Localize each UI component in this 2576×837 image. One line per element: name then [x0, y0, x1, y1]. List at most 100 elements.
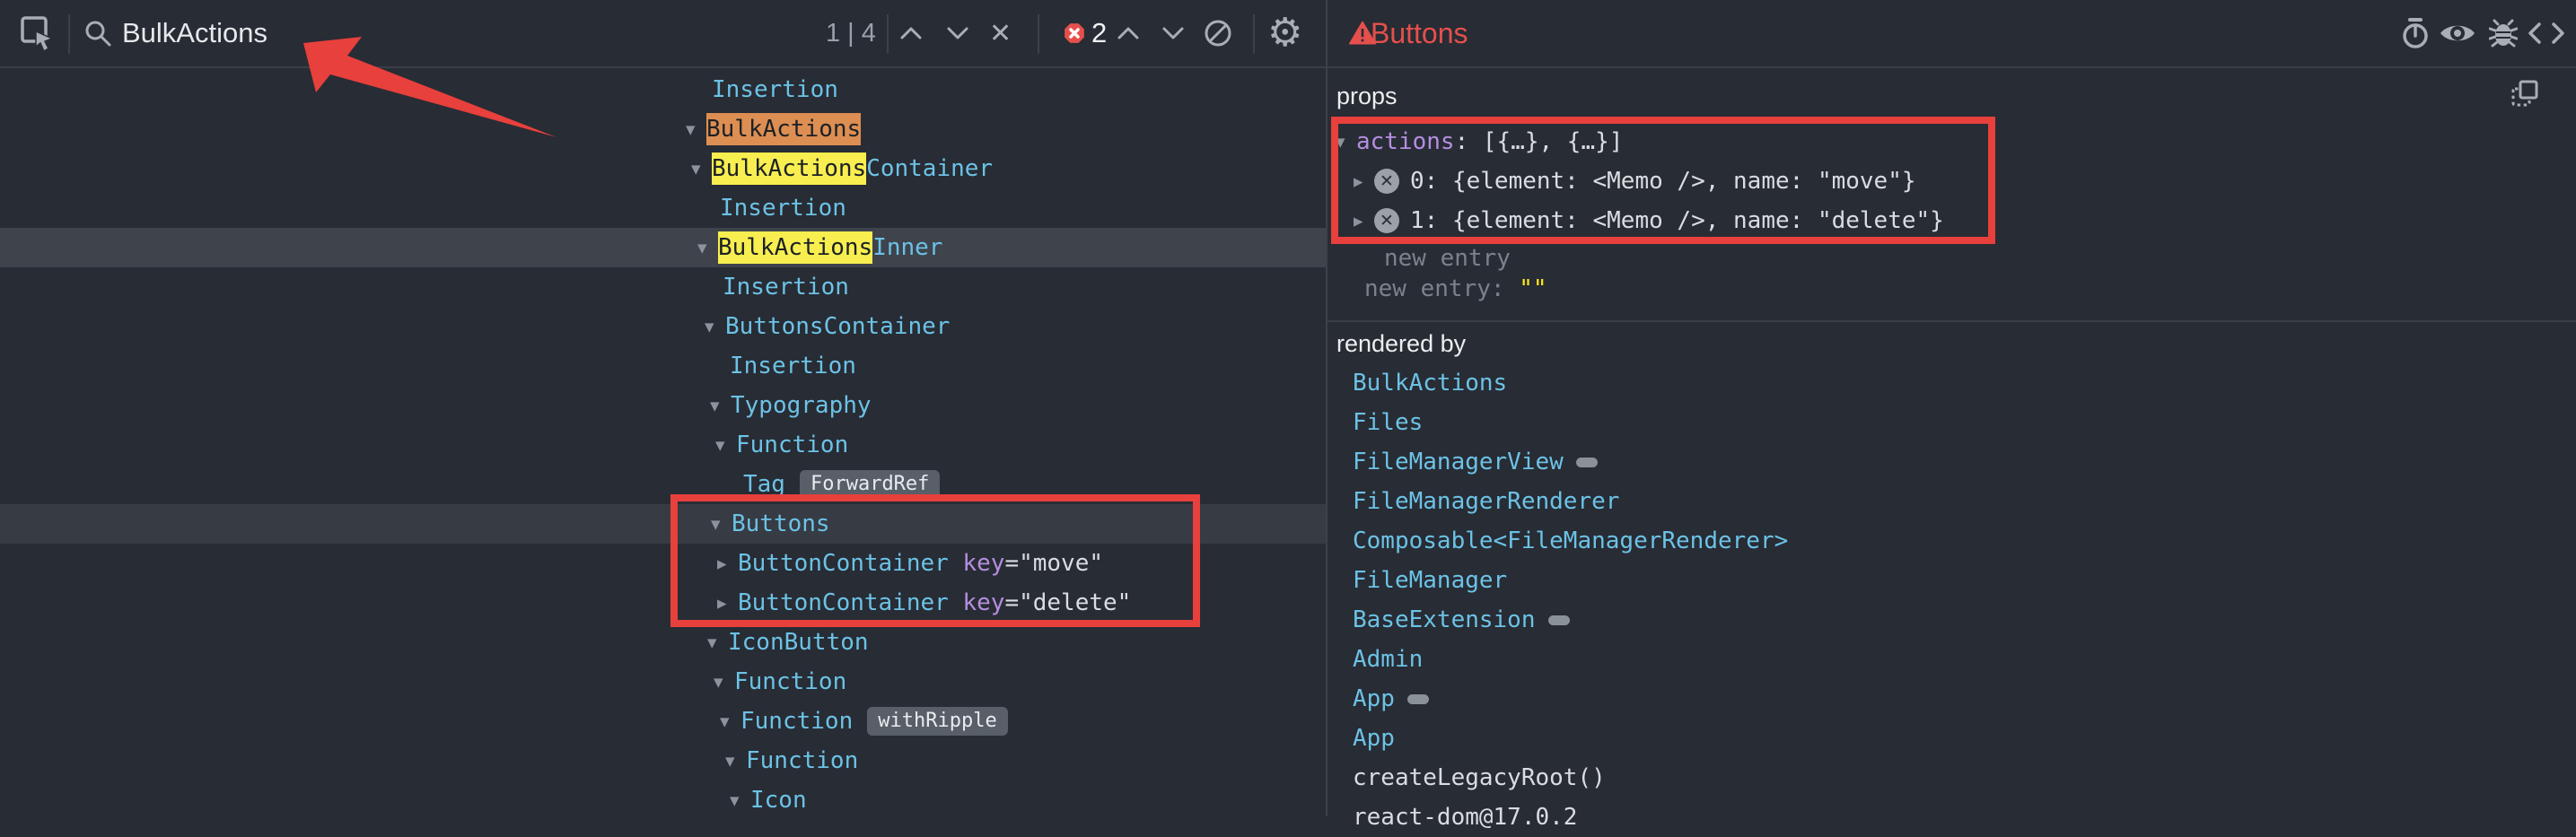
tree-row[interactable]: ▾Function	[0, 741, 1326, 780]
rendered-by-item[interactable]: App	[1353, 679, 1429, 719]
tree-row[interactable]: ▾Function	[0, 425, 1326, 465]
prop-row[interactable]: ▸✕0: {element: <Memo />, name: "move"}	[1354, 161, 1916, 201]
collapse-arrow-icon[interactable]: ▾	[720, 711, 740, 732]
owner-name: BaseExtension	[1353, 606, 1536, 633]
previous-result-button[interactable]	[899, 0, 923, 66]
rendered-by-item[interactable]: Admin	[1353, 640, 1423, 679]
rendered-by-item[interactable]: BaseExtension	[1353, 600, 1570, 640]
prop-entry-text: 1: {element: <Memo />, name: "delete"}	[1410, 207, 1944, 234]
inspected-component-title: Buttons	[1371, 0, 1468, 66]
next-error-button[interactable]	[1161, 0, 1185, 66]
collapse-arrow-icon[interactable]: ▾	[715, 434, 736, 456]
component-name: Insertion	[720, 195, 846, 222]
collapse-arrow-icon[interactable]: ▾	[705, 316, 725, 337]
next-result-button[interactable]	[946, 0, 969, 66]
tree-row[interactable]: ▾FunctionwithRipple	[0, 702, 1326, 741]
delete-entry-button[interactable]: ✕	[1374, 208, 1399, 233]
new-entry-placeholder[interactable]: new entry	[1384, 245, 1511, 272]
clear-errors-button[interactable]	[1203, 0, 1233, 66]
tree-row[interactable]: ▾IconButton	[0, 623, 1326, 662]
new-entry-label[interactable]: new entry	[1364, 275, 1491, 302]
error-count: 2	[1091, 0, 1107, 66]
component-name: Function	[736, 432, 848, 458]
new-entry-value[interactable]: ""	[1519, 275, 1546, 302]
components-tree-panel: 1 | 4 ✕ 2	[0, 0, 1326, 816]
collapse-arrow-icon[interactable]: ▾	[711, 513, 732, 535]
expand-arrow-icon[interactable]: ▸	[1354, 170, 1374, 192]
hoc-badge: withRipple	[867, 707, 1007, 736]
inspect-dom-button[interactable]	[2439, 0, 2476, 66]
collapse-arrow-icon[interactable]: ▾	[1336, 131, 1356, 153]
component-name: Buttons	[732, 510, 830, 537]
tree-row[interactable]: ▾Typography	[0, 386, 1326, 425]
rendered-by-item[interactable]: FileManagerRenderer	[1353, 482, 1619, 521]
search-input[interactable]	[122, 17, 625, 49]
tree-row[interactable]: Insertion	[0, 267, 1326, 307]
prop-row[interactable]: new entry: ""	[1364, 269, 1547, 309]
collapse-arrow-icon[interactable]: ▾	[725, 750, 746, 772]
collapse-arrow-icon[interactable]: ▾	[691, 158, 712, 179]
collapse-arrow-icon[interactable]: ▾	[686, 118, 706, 140]
collapse-arrow-icon[interactable]: ▾	[714, 671, 734, 693]
rendered-by-item[interactable]: BulkActions	[1353, 363, 1507, 403]
debug-log-button[interactable]	[2489, 0, 2518, 66]
props-section-label: props	[1336, 83, 1398, 110]
settings-button[interactable]: ⚙	[1267, 0, 1302, 66]
tree-row[interactable]: Tag ForwardRef	[0, 465, 1326, 504]
collapse-arrow-icon[interactable]: ▾	[710, 395, 731, 416]
copy-props-button[interactable]	[2510, 75, 2539, 111]
owner-name: Admin	[1353, 646, 1423, 673]
tree-row[interactable]: ▾Icon	[0, 780, 1326, 820]
view-source-button[interactable]	[2527, 0, 2566, 66]
collapse-arrow-icon[interactable]: ▾	[730, 789, 750, 811]
tree-row[interactable]: ▾ButtonsContainer	[0, 307, 1326, 346]
hoc-badge: ForwardRef	[800, 470, 940, 499]
component-name: BulkActions	[718, 231, 872, 264]
component-name: ButtonContainer	[738, 550, 949, 577]
search-icon	[83, 0, 113, 66]
tree-row[interactable]: ▾Buttons	[0, 504, 1326, 544]
inspect-element-button[interactable]	[20, 0, 56, 66]
inspector-toolbar: Buttons	[1327, 0, 2576, 68]
rendered-by-item[interactable]: Composable<FileManagerRenderer>	[1353, 521, 1788, 561]
expand-arrow-icon[interactable]: ▸	[1354, 210, 1374, 231]
tree-row[interactable]: Insertion	[0, 188, 1326, 228]
previous-error-button[interactable]	[1117, 0, 1140, 66]
rendered-by-item[interactable]: Files	[1353, 403, 1423, 442]
rendered-by-item: createLegacyRoot()	[1353, 758, 1606, 798]
rendered-by-item[interactable]: FileManagerView	[1353, 442, 1598, 482]
suspense-toggle-button[interactable]	[2401, 0, 2430, 66]
component-name: Container	[866, 155, 993, 182]
tree-row[interactable]: Insertion	[0, 70, 1326, 109]
prop-value: : [{…}, {…}]	[1455, 128, 1624, 155]
rendered-by-item[interactable]: App	[1353, 719, 1395, 758]
error-count-badge[interactable]	[1064, 0, 1085, 66]
tree-row[interactable]: ▸ButtonContainer key="move"	[0, 544, 1326, 583]
component-name: Tag	[743, 471, 785, 498]
component-name: Typography	[731, 392, 872, 419]
tree-row[interactable]: ▾BulkActionsInner	[0, 228, 1326, 267]
owner-badge-pill	[1548, 615, 1570, 625]
search-result-counter: 1 | 4	[826, 0, 876, 66]
tree-row[interactable]: Insertion	[0, 346, 1326, 386]
prop-row[interactable]: ▸✕ 1: {element: <Memo />, name: "delete"}	[1354, 201, 1944, 240]
component-tree: Insertion▾BulkActions▾BulkActionsContain…	[0, 70, 1326, 816]
tree-row[interactable]: ▸ButtonContainer key="delete"	[0, 583, 1326, 623]
tree-row[interactable]: ▾BulkActionsContainer	[0, 149, 1326, 188]
component-name: Function	[746, 747, 858, 774]
tree-row[interactable]: ▾Function	[0, 662, 1326, 702]
delete-entry-button[interactable]: ✕	[1374, 169, 1399, 194]
clear-search-button[interactable]: ✕	[989, 0, 1012, 66]
rendered-by-item[interactable]: FileManager	[1353, 561, 1507, 600]
component-name: IconButton	[728, 629, 869, 656]
component-name: Icon	[750, 787, 807, 814]
expand-arrow-icon[interactable]: ▸	[717, 553, 738, 574]
rendered-by-item: react-dom@17.0.2	[1353, 798, 1577, 837]
owner-name: FileManagerView	[1353, 449, 1564, 475]
collapse-arrow-icon[interactable]: ▾	[707, 632, 728, 653]
component-name: ButtonContainer	[738, 589, 949, 616]
expand-arrow-icon[interactable]: ▸	[717, 592, 738, 614]
prop-row[interactable]: ▾actions: [{…}, {…}]	[1336, 122, 1623, 161]
tree-row[interactable]: ▾BulkActions	[0, 109, 1326, 149]
collapse-arrow-icon[interactable]: ▾	[697, 237, 718, 258]
